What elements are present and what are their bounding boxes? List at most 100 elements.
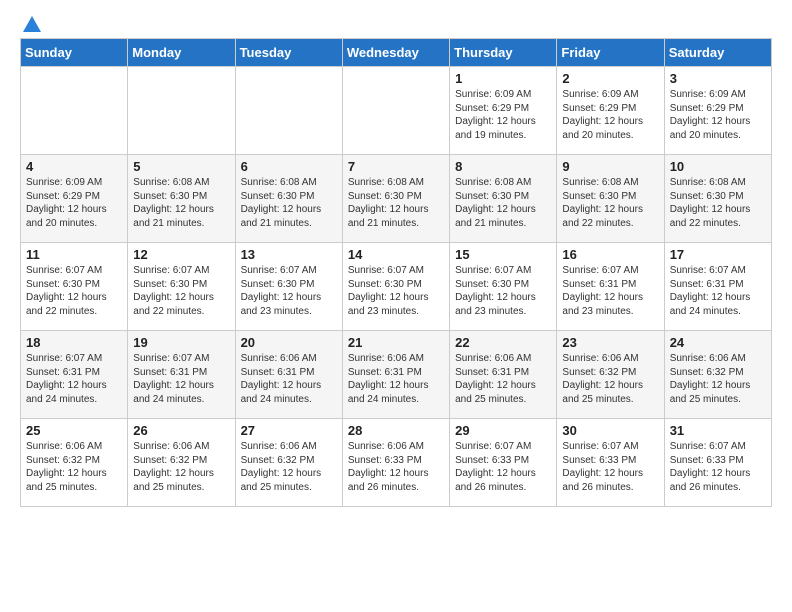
day-number: 18 [26,335,122,350]
day-number: 14 [348,247,444,262]
calendar-week-row: 18 Sunrise: 6:07 AM Sunset: 6:31 PM Dayli… [21,331,772,419]
calendar-cell: 10 Sunrise: 6:08 AM Sunset: 6:30 PM Dayli… [664,155,771,243]
calendar-cell: 24 Sunrise: 6:06 AM Sunset: 6:32 PM Dayli… [664,331,771,419]
day-number: 24 [670,335,766,350]
calendar-cell: 23 Sunrise: 6:06 AM Sunset: 6:32 PM Dayli… [557,331,664,419]
calendar-header-row: SundayMondayTuesdayWednesdayThursdayFrid… [21,39,772,67]
day-info: Sunrise: 6:06 AM Sunset: 6:31 PM Dayligh… [455,352,551,406]
calendar-cell: 2 Sunrise: 6:09 AM Sunset: 6:29 PM Daylig… [557,67,664,155]
day-info: Sunrise: 6:07 AM Sunset: 6:33 PM Dayligh… [562,440,658,494]
col-header-wednesday: Wednesday [342,39,449,67]
calendar-cell: 31Sunrise: 6:07 AM Sunset: 6:33 PM Dayli… [664,419,771,507]
col-header-monday: Monday [128,39,235,67]
day-info: Sunrise: 6:07 AM Sunset: 6:31 PM Dayligh… [670,264,766,318]
calendar-cell: 28 Sunrise: 6:06 AM Sunset: 6:33 PM Dayli… [342,419,449,507]
logo-text [20,16,41,34]
day-info: Sunrise: 6:08 AM Sunset: 6:30 PM Dayligh… [133,176,229,230]
calendar-cell: 27 Sunrise: 6:06 AM Sunset: 6:32 PM Dayli… [235,419,342,507]
day-number: 29 [455,423,551,438]
calendar-cell: 19 Sunrise: 6:07 AM Sunset: 6:31 PM Dayli… [128,331,235,419]
day-number: 28 [348,423,444,438]
day-number: 12 [133,247,229,262]
day-number: 4 [26,159,122,174]
day-info: Sunrise: 6:09 AM Sunset: 6:29 PM Dayligh… [562,88,658,142]
day-info: Sunrise: 6:06 AM Sunset: 6:32 PM Dayligh… [26,440,122,494]
day-info: Sunrise: 6:06 AM Sunset: 6:32 PM Dayligh… [562,352,658,406]
calendar-cell: 8 Sunrise: 6:08 AM Sunset: 6:30 PM Daylig… [450,155,557,243]
calendar-cell: 6 Sunrise: 6:08 AM Sunset: 6:30 PM Daylig… [235,155,342,243]
day-number: 10 [670,159,766,174]
day-number: 19 [133,335,229,350]
day-info: Sunrise: 6:08 AM Sunset: 6:30 PM Dayligh… [348,176,444,230]
day-number: 30 [562,423,658,438]
calendar-cell: 16 Sunrise: 6:07 AM Sunset: 6:31 PM Dayli… [557,243,664,331]
logo [20,16,41,34]
day-info: Sunrise: 6:07 AM Sunset: 6:31 PM Dayligh… [562,264,658,318]
day-number: 31 [670,423,766,438]
calendar-week-row: 25Sunrise: 6:06 AM Sunset: 6:32 PM Dayli… [21,419,772,507]
day-info: Sunrise: 6:06 AM Sunset: 6:32 PM Dayligh… [133,440,229,494]
calendar-cell: 11 Sunrise: 6:07 AM Sunset: 6:30 PM Dayli… [21,243,128,331]
day-number: 16 [562,247,658,262]
day-number: 6 [241,159,337,174]
calendar-table: SundayMondayTuesdayWednesdayThursdayFrid… [20,38,772,507]
logo-triangle-icon [23,16,41,32]
calendar-cell: 21 Sunrise: 6:06 AM Sunset: 6:31 PM Dayli… [342,331,449,419]
day-info: Sunrise: 6:09 AM Sunset: 6:29 PM Dayligh… [670,88,766,142]
day-number: 5 [133,159,229,174]
calendar-week-row: 11 Sunrise: 6:07 AM Sunset: 6:30 PM Dayli… [21,243,772,331]
day-number: 20 [241,335,337,350]
day-info: Sunrise: 6:08 AM Sunset: 6:30 PM Dayligh… [670,176,766,230]
day-info: Sunrise: 6:09 AM Sunset: 6:29 PM Dayligh… [26,176,122,230]
header [20,16,772,34]
day-number: 8 [455,159,551,174]
day-number: 1 [455,71,551,86]
day-info: Sunrise: 6:06 AM Sunset: 6:32 PM Dayligh… [670,352,766,406]
day-number: 13 [241,247,337,262]
calendar-cell: 12 Sunrise: 6:07 AM Sunset: 6:30 PM Dayli… [128,243,235,331]
day-info: Sunrise: 6:07 AM Sunset: 6:30 PM Dayligh… [26,264,122,318]
calendar-cell: 13Sunrise: 6:07 AM Sunset: 6:30 PM Dayli… [235,243,342,331]
calendar-cell: 4 Sunrise: 6:09 AM Sunset: 6:29 PM Daylig… [21,155,128,243]
calendar-week-row: 1 Sunrise: 6:09 AM Sunset: 6:29 PM Daylig… [21,67,772,155]
calendar-cell: 1 Sunrise: 6:09 AM Sunset: 6:29 PM Daylig… [450,67,557,155]
calendar-cell: 5 Sunrise: 6:08 AM Sunset: 6:30 PM Daylig… [128,155,235,243]
calendar-cell: 17Sunrise: 6:07 AM Sunset: 6:31 PM Dayli… [664,243,771,331]
day-info: Sunrise: 6:07 AM Sunset: 6:30 PM Dayligh… [348,264,444,318]
day-info: Sunrise: 6:08 AM Sunset: 6:30 PM Dayligh… [562,176,658,230]
calendar-cell: 29Sunrise: 6:07 AM Sunset: 6:33 PM Dayli… [450,419,557,507]
day-number: 9 [562,159,658,174]
calendar-cell: 18 Sunrise: 6:07 AM Sunset: 6:31 PM Dayli… [21,331,128,419]
calendar-week-row: 4 Sunrise: 6:09 AM Sunset: 6:29 PM Daylig… [21,155,772,243]
day-info: Sunrise: 6:07 AM Sunset: 6:31 PM Dayligh… [26,352,122,406]
day-number: 23 [562,335,658,350]
day-info: Sunrise: 6:06 AM Sunset: 6:33 PM Dayligh… [348,440,444,494]
day-number: 2 [562,71,658,86]
col-header-saturday: Saturday [664,39,771,67]
day-info: Sunrise: 6:07 AM Sunset: 6:30 PM Dayligh… [133,264,229,318]
day-number: 21 [348,335,444,350]
calendar-cell: 3Sunrise: 6:09 AM Sunset: 6:29 PM Daylig… [664,67,771,155]
day-info: Sunrise: 6:09 AM Sunset: 6:29 PM Dayligh… [455,88,551,142]
day-info: Sunrise: 6:08 AM Sunset: 6:30 PM Dayligh… [241,176,337,230]
day-number: 7 [348,159,444,174]
calendar-cell: 25Sunrise: 6:06 AM Sunset: 6:32 PM Dayli… [21,419,128,507]
calendar-cell: 20Sunrise: 6:06 AM Sunset: 6:31 PM Dayli… [235,331,342,419]
day-info: Sunrise: 6:07 AM Sunset: 6:31 PM Dayligh… [133,352,229,406]
day-number: 15 [455,247,551,262]
calendar-cell [342,67,449,155]
calendar-cell: 7 Sunrise: 6:08 AM Sunset: 6:30 PM Daylig… [342,155,449,243]
day-number: 11 [26,247,122,262]
day-number: 27 [241,423,337,438]
calendar-cell: 30 Sunrise: 6:07 AM Sunset: 6:33 PM Dayli… [557,419,664,507]
day-info: Sunrise: 6:08 AM Sunset: 6:30 PM Dayligh… [455,176,551,230]
calendar-cell: 9 Sunrise: 6:08 AM Sunset: 6:30 PM Daylig… [557,155,664,243]
day-number: 22 [455,335,551,350]
day-info: Sunrise: 6:06 AM Sunset: 6:31 PM Dayligh… [348,352,444,406]
col-header-sunday: Sunday [21,39,128,67]
day-info: Sunrise: 6:06 AM Sunset: 6:32 PM Dayligh… [241,440,337,494]
col-header-tuesday: Tuesday [235,39,342,67]
page: SundayMondayTuesdayWednesdayThursdayFrid… [0,0,792,523]
calendar-cell: 14 Sunrise: 6:07 AM Sunset: 6:30 PM Dayli… [342,243,449,331]
col-header-thursday: Thursday [450,39,557,67]
